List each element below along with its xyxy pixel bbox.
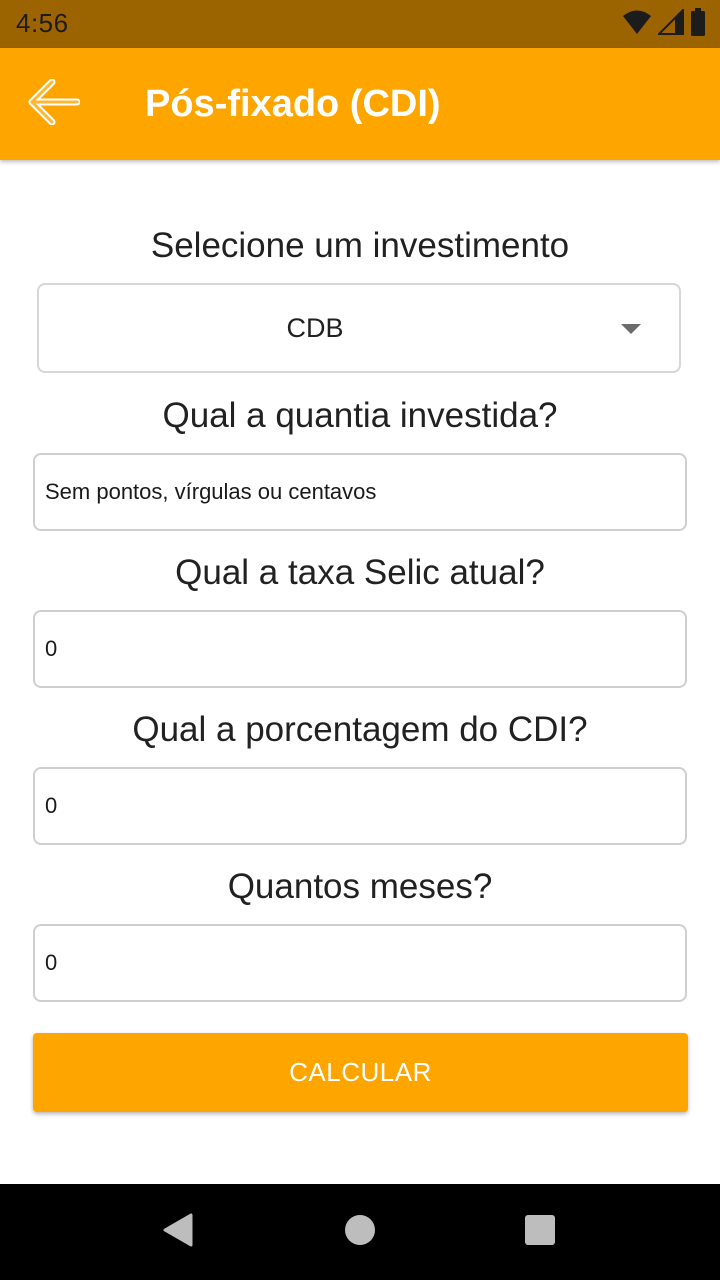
selic-input[interactable]	[33, 610, 687, 688]
nav-recents-button[interactable]	[508, 1200, 572, 1264]
investment-label: Selecione um investimento	[150, 226, 570, 265]
status-time: 4:56	[16, 8, 69, 38]
nav-back-button[interactable]	[146, 1200, 210, 1264]
status-bar: 4:56	[0, 0, 720, 48]
wifi-icon	[622, 9, 652, 40]
months-input[interactable]	[33, 924, 687, 1002]
cdi-percentage-input[interactable]	[33, 767, 687, 845]
calculate-button[interactable]: CALCULAR	[33, 1033, 688, 1112]
investment-spinner[interactable]: CDB	[37, 283, 681, 373]
battery-icon	[690, 7, 706, 41]
recents-square-icon	[524, 1214, 556, 1251]
arrow-left-icon	[28, 78, 81, 130]
cell-signal-icon	[656, 7, 684, 40]
selic-label: Qual a taxa Selic atual?	[175, 553, 545, 592]
months-label: Quantos meses?	[227, 867, 493, 906]
amount-input[interactable]	[33, 453, 687, 531]
page-title: Pós-fixado (CDI)	[145, 83, 441, 125]
nav-home-button[interactable]	[328, 1200, 392, 1264]
home-circle-icon	[344, 1214, 376, 1251]
dropdown-arrow-icon	[621, 324, 641, 334]
app-bar: Pós-fixado (CDI)	[0, 48, 720, 160]
nav-bar	[0, 1184, 720, 1280]
status-icons	[622, 7, 706, 41]
back-button[interactable]	[24, 76, 84, 132]
amount-label: Qual a quantia investida?	[162, 396, 558, 435]
investment-selected-value: CDB	[286, 313, 344, 343]
screen: 4:56 Pós-fixado (CDI) Selecione um inves…	[0, 0, 720, 1280]
back-triangle-icon	[162, 1213, 194, 1252]
cdi-label: Qual a porcentagem do CDI?	[132, 710, 588, 749]
